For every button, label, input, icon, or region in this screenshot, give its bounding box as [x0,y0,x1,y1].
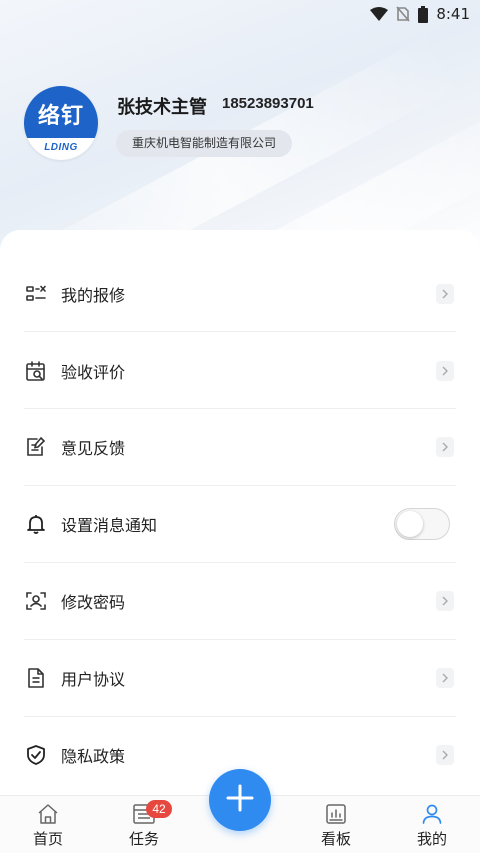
menu-item-label: 隐私政策 [61,747,126,766]
menu-item-change-password[interactable]: 修改密码 [0,563,480,639]
shield-check-icon [25,744,47,766]
menu-item-label: 验收评价 [61,363,126,382]
logo-subtext: LDING [44,142,78,153]
tab-label: 首页 [32,830,63,848]
status-bar: 8:41 [0,0,480,28]
feedback-edit-icon [25,436,47,458]
repair-list-icon [25,283,47,305]
tab-tasks[interactable]: 42 任务 [104,796,184,853]
chevron-right-icon [436,591,454,611]
menu-card: 我的报修 验收评价 意见反馈 设置消息通知 修改密码 用户协议 隐私政策 [0,230,480,800]
dashboard-icon [324,802,348,826]
divider [24,331,456,332]
user-name: 张技术主管 [117,97,207,118]
plus-icon [225,783,255,817]
tab-label: 我的 [416,830,447,848]
menu-item-acceptance-review[interactable]: 验收评价 [0,333,480,409]
tab-label: 看板 [320,830,351,848]
menu-item-label: 意见反馈 [61,439,126,458]
chevron-right-icon [436,361,454,381]
profile-section: 络钉 LDING 张技术主管 18523893701 重庆机电智能制造有限公司 [24,86,464,166]
tab-home[interactable]: 首页 [8,796,88,853]
avatar[interactable]: 络钉 LDING [24,86,98,160]
wifi-icon [370,7,389,21]
menu-item-user-agreement[interactable]: 用户协议 [0,640,480,716]
face-scan-icon [25,590,47,612]
logo-text: 络钉 [37,104,84,129]
add-button[interactable] [209,769,271,831]
chevron-right-icon [436,668,454,688]
menu-item-label: 设置消息通知 [61,516,158,535]
tab-mine[interactable]: 我的 [392,796,472,853]
chevron-right-icon [436,437,454,457]
chevron-right-icon [436,745,454,765]
notification-toggle[interactable] [394,508,450,540]
task-count-badge: 42 [146,800,172,818]
menu-item-label: 用户协议 [61,670,126,689]
company-badge: 重庆机电智能制造有限公司 [116,130,293,157]
no-sim-icon [396,6,410,22]
status-time: 8:41 [436,5,470,23]
home-icon [36,802,60,826]
tab-label: 任务 [128,830,159,848]
menu-item-my-repairs[interactable]: 我的报修 [0,256,480,332]
menu-item-notification-settings: 设置消息通知 [0,486,480,562]
user-phone: 18523893701 [222,95,314,112]
user-icon [420,802,444,826]
menu-item-label: 修改密码 [61,593,126,612]
tab-dashboard[interactable]: 看板 [296,796,376,853]
calendar-search-icon [25,360,47,382]
toggle-knob [397,511,423,537]
document-icon [25,667,47,689]
menu-item-label: 我的报修 [61,286,126,305]
chevron-right-icon [436,284,454,304]
menu-item-feedback[interactable]: 意见反馈 [0,409,480,485]
bell-icon [25,513,47,535]
battery-icon [418,5,429,23]
